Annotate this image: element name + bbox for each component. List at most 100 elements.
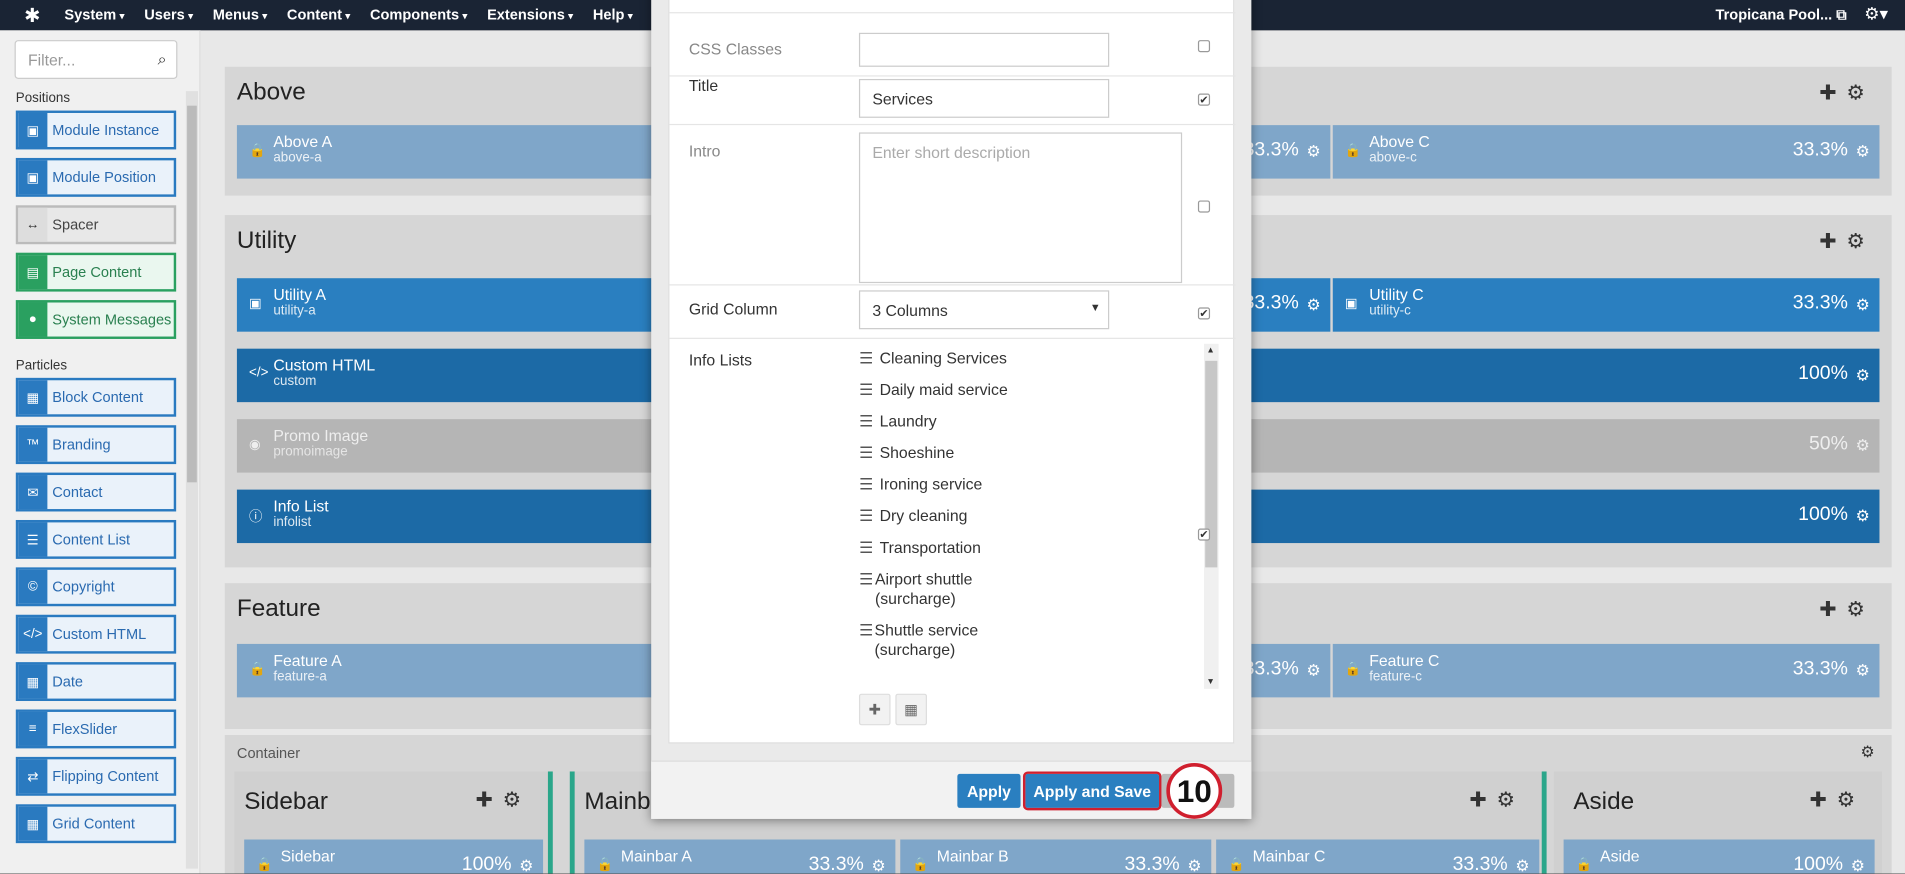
gear-icon[interactable]: ⚙ — [1860, 742, 1874, 761]
scroll-down-icon[interactable]: ▼ — [1206, 678, 1214, 687]
block-aside[interactable]: 🔒 Aside 100% ⚙ — [1563, 839, 1875, 874]
particle-date[interactable]: ▦ Date — [15, 662, 177, 702]
add-item-button[interactable]: ✚ — [858, 693, 891, 726]
css-classes-input[interactable] — [858, 32, 1110, 67]
menu-content[interactable]: Content — [287, 6, 351, 23]
title-override-checkbox[interactable]: ✔ — [1197, 93, 1211, 106]
particle-copyright[interactable]: © Copyright — [15, 567, 177, 607]
block-utility-c[interactable]: ▣ Utility Cutility-c 33.3% ⚙ — [1332, 278, 1880, 332]
lock-icon: 🔒 — [1228, 857, 1245, 873]
particle-custom-html[interactable]: </> Custom HTML — [15, 614, 177, 654]
particle-flipping-content[interactable]: ⇄ Flipping Content — [15, 756, 177, 796]
particle-branding[interactable]: ™ Branding — [15, 425, 177, 465]
info-lists-label: Info Lists — [688, 351, 753, 370]
gear-icon[interactable]: ⚙ — [1851, 857, 1865, 874]
grid-column-override-checkbox[interactable]: ✔ — [1197, 307, 1211, 320]
intro-override-checkbox[interactable] — [1197, 200, 1211, 213]
code-icon: </> — [249, 365, 269, 381]
menu-components[interactable]: Components — [370, 6, 468, 23]
grid-column-select[interactable]: 3 Columns ▼ — [858, 290, 1110, 330]
gear-icon[interactable]: ⚙ — [1306, 142, 1320, 161]
scrollbar-thumb[interactable] — [187, 105, 197, 483]
particle-module-position[interactable]: ▣ Module Position — [15, 157, 177, 197]
site-link[interactable]: Tropicana Pool... ⧉ — [1716, 6, 1847, 24]
gear-icon[interactable]: ⚙ — [1306, 295, 1320, 314]
intro-textarea[interactable]: Enter short description — [858, 132, 1183, 284]
apply-button[interactable]: Apply — [957, 773, 1021, 808]
menu-menus[interactable]: Menus — [213, 6, 268, 23]
drag-handle-icon[interactable]: ☰ — [859, 475, 880, 494]
particle-grid-content[interactable]: ▦ Grid Content — [15, 804, 177, 844]
menu-extensions[interactable]: Extensions — [487, 6, 573, 23]
particle-content-list[interactable]: ☰ Content List — [15, 519, 177, 559]
block-above-a[interactable]: 🔒 Above Aabove-a — [236, 125, 675, 179]
scroll-up-icon[interactable]: ▲ — [1206, 346, 1214, 355]
gear-icon[interactable]: ⚙ — [1856, 295, 1870, 314]
info-lists-override-checkbox[interactable]: ✔ — [1197, 528, 1211, 541]
block-utility-a[interactable]: ▣ Utility Autility-a — [236, 278, 675, 332]
particle-contact[interactable]: ✉ Contact — [15, 472, 177, 512]
block-feature-a[interactable]: 🔒 Feature Afeature-a — [236, 643, 675, 698]
section-controls[interactable]: ✚⚙ — [1819, 81, 1874, 105]
list-item[interactable]: ☰ Dry cleaning — [859, 507, 1221, 526]
settings-gear-icon[interactable]: ⚙▾ — [1864, 4, 1888, 25]
section-controls[interactable]: ✚⚙ — [1819, 598, 1874, 622]
drag-handle-icon[interactable]: ☰ — [859, 443, 880, 462]
block-sidebar[interactable]: 🔒 Sidebar 100% ⚙ — [244, 839, 544, 874]
list-item[interactable]: ☰ Shuttle service (surcharge) — [859, 621, 1017, 660]
gear-icon[interactable]: ⚙ — [1856, 142, 1870, 161]
site-name: Tropicana Pool... — [1715, 6, 1833, 24]
collection-editall-button[interactable]: ▦ — [895, 693, 927, 726]
menu-help[interactable]: Help — [593, 6, 633, 23]
block-mainbar-a[interactable]: 🔒 Mainbar A 33.3% ⚙ — [584, 839, 896, 874]
block-above-c[interactable]: 🔒 Above Cabove-c 33.3% ⚙ — [1332, 125, 1880, 179]
gear-icon[interactable]: ⚙ — [872, 857, 886, 874]
sidebar-scrollbar[interactable] — [185, 91, 199, 869]
joomla-logo-icon[interactable]: ✱ — [24, 4, 40, 28]
section-controls[interactable]: ✚⚙ — [1810, 788, 1865, 812]
section-controls[interactable]: ✚⚙ — [476, 788, 531, 812]
gear-icon[interactable]: ⚙ — [519, 857, 533, 874]
title-input[interactable]: Services — [858, 78, 1110, 118]
drag-handle-icon[interactable]: ☰ — [859, 380, 880, 399]
css-classes-override-checkbox[interactable] — [1197, 40, 1211, 53]
particle-block-content[interactable]: ▦ Block Content — [15, 377, 177, 417]
particle-page-content[interactable]: ▤ Page Content — [15, 252, 177, 292]
menu-users[interactable]: Users — [144, 6, 193, 23]
drag-handle-icon[interactable]: ☰ — [859, 621, 875, 640]
gear-icon[interactable]: ⚙ — [1515, 857, 1529, 874]
section-controls[interactable]: ✚⚙ — [1469, 788, 1524, 812]
gear-icon[interactable]: ⚙ — [1856, 366, 1870, 385]
list-item[interactable]: ☰ Daily maid service — [859, 380, 1221, 399]
drag-handle-icon[interactable]: ☰ — [859, 570, 875, 589]
menu-system[interactable]: System — [64, 6, 124, 23]
list-item[interactable]: ☰ Ironing service — [859, 475, 1221, 494]
block-mainbar-b[interactable]: 🔒 Mainbar B 33.3% ⚙ — [900, 839, 1212, 874]
particle-flexslider[interactable]: ≡ FlexSlider — [15, 709, 177, 749]
drag-handle-icon[interactable]: ☰ — [859, 412, 880, 431]
filter-input[interactable]: Filter... ⌕ — [14, 40, 178, 79]
drag-handle-icon[interactable]: ☰ — [859, 349, 880, 368]
info-lists-scrollbar[interactable]: ▲ ▼ — [1203, 343, 1219, 689]
section-controls[interactable]: ✚⚙ — [1819, 230, 1874, 254]
block-feature-c[interactable]: 🔒 Feature Cfeature-c 33.3% ⚙ — [1332, 643, 1880, 698]
block-id: above-a — [273, 150, 322, 166]
block-mainbar-c[interactable]: 🔒 Mainbar C 33.3% ⚙ — [1216, 839, 1540, 874]
list-item[interactable]: ☰ Laundry — [859, 412, 1221, 431]
gear-icon[interactable]: ⚙ — [1856, 436, 1870, 455]
list-item[interactable]: ☰ Airport shuttle (surcharge) — [859, 570, 1017, 609]
gear-icon[interactable]: ⚙ — [1187, 857, 1201, 874]
list-item[interactable]: ☰ Transportation — [859, 538, 1221, 557]
list-item[interactable]: ☰ Shoeshine — [859, 443, 1221, 462]
drag-handle-icon[interactable]: ☰ — [859, 538, 880, 557]
particle-system-messages[interactable]: ● System Messages — [15, 300, 177, 339]
apply-and-save-button[interactable]: Apply and Save — [1022, 771, 1162, 811]
gear-icon[interactable]: ⚙ — [1856, 661, 1870, 680]
list-item[interactable]: ☰ Cleaning Services — [859, 349, 1221, 368]
lock-icon: 🔒 — [596, 857, 614, 873]
gear-icon[interactable]: ⚙ — [1856, 507, 1870, 526]
particle-module-instance[interactable]: ▣ Module Instance — [15, 110, 177, 150]
drag-handle-icon[interactable]: ☰ — [859, 507, 880, 526]
particle-spacer[interactable]: ↔ Spacer — [15, 205, 177, 245]
gear-icon[interactable]: ⚙ — [1306, 661, 1320, 680]
